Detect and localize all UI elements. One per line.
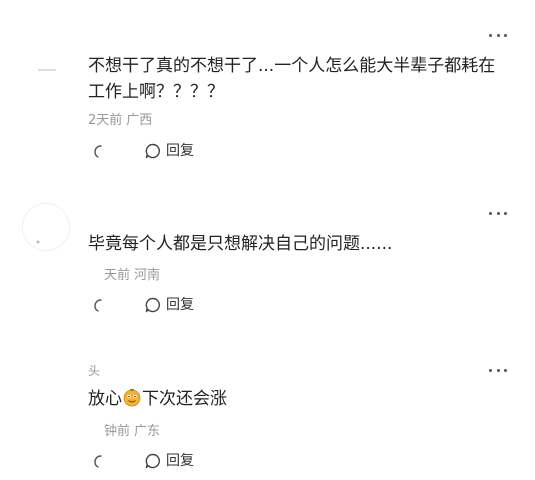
- comment-actions: 回复: [88, 451, 194, 471]
- like-icon: [94, 145, 102, 158]
- like-button[interactable]: [88, 141, 108, 161]
- reply-icon: [144, 452, 162, 470]
- comment-text: 放心 下次还会涨: [88, 386, 510, 412]
- comment-text: 不想干了真的不想干了...一个人怎么能大半辈子都耗在工作上啊？？？？: [88, 56, 496, 102]
- comment-region: 河南: [134, 268, 161, 283]
- comment-actions: 回复: [88, 295, 194, 315]
- comment-text: 毕竟每个人都是只想解决自己的问题......: [88, 234, 393, 254]
- money-face-emoji-icon: [122, 387, 142, 407]
- reply-icon: [144, 296, 162, 314]
- reply-icon: [144, 142, 162, 160]
- comment-region: 广西: [126, 113, 153, 128]
- more-options-icon[interactable]: [489, 367, 507, 373]
- comment-time: 天前: [104, 268, 131, 283]
- comment-time: 2天前: [88, 113, 123, 128]
- reply-label: 回复: [166, 143, 194, 159]
- comment-text-after: 下次还会涨: [142, 389, 227, 409]
- avatar[interactable]: [22, 203, 70, 251]
- comment-meta: 天前 河南: [104, 268, 160, 284]
- avatar-image: [38, 69, 56, 71]
- reply-button[interactable]: 回复: [144, 142, 194, 160]
- comment-region: 广东: [134, 424, 161, 439]
- reply-button[interactable]: 回复: [144, 452, 194, 470]
- comment-meta: 2天前 广西: [88, 113, 152, 129]
- reply-button[interactable]: 回复: [144, 296, 194, 314]
- reply-label: 回复: [166, 453, 194, 469]
- avatar-image: [36, 240, 40, 244]
- avatar[interactable]: [28, 52, 68, 92]
- like-button[interactable]: [88, 451, 108, 471]
- like-icon: [94, 299, 102, 312]
- more-options-icon[interactable]: [489, 32, 507, 38]
- comment-text-before: 放心: [88, 389, 122, 409]
- reply-label: 回复: [166, 297, 194, 313]
- more-options-icon[interactable]: [489, 210, 507, 216]
- comment-username[interactable]: 头: [88, 364, 100, 378]
- comment-actions: 回复: [88, 141, 194, 161]
- comment-time: 钟前: [104, 424, 131, 439]
- like-button[interactable]: [88, 295, 108, 315]
- comment-meta: 钟前 广东: [104, 424, 160, 440]
- like-icon: [94, 455, 102, 468]
